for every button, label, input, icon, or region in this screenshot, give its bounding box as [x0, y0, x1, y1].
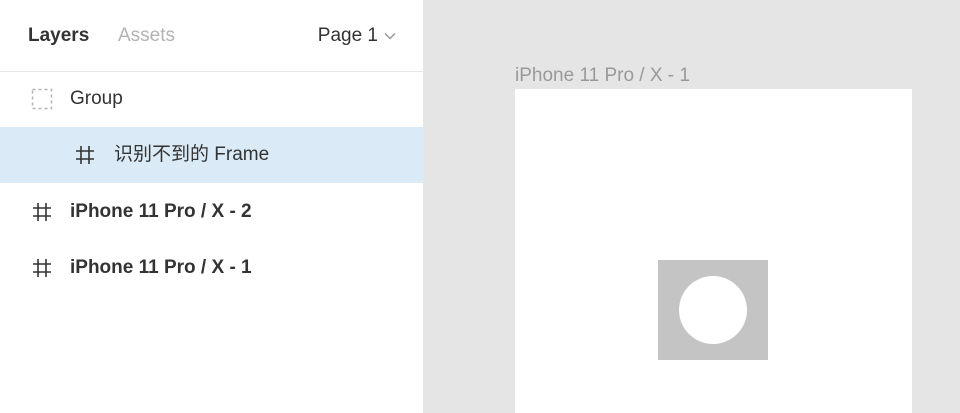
- chevron-down-icon: [384, 32, 396, 40]
- page-selector-label: Page 1: [317, 25, 378, 46]
- page-selector[interactable]: Page 1: [318, 24, 396, 48]
- frame-hash-icon: [31, 257, 53, 279]
- tab-layers[interactable]: Layers: [28, 24, 89, 48]
- ellipse-shape[interactable]: [679, 276, 747, 344]
- frame-hash-icon: [74, 144, 96, 166]
- layer-label: iPhone 11 Pro / X - 1: [70, 257, 252, 278]
- canvas[interactable]: iPhone 11 Pro / X - 1: [425, 0, 960, 413]
- panel-header: Layers Assets Page 1: [0, 0, 424, 72]
- frame-iphone-1[interactable]: [515, 89, 912, 413]
- layers-panel: Layers Assets Page 1 Group 识别不到的 Frame i…: [0, 0, 424, 413]
- layer-label: Group: [70, 88, 123, 109]
- layer-row-iphone-2[interactable]: iPhone 11 Pro / X - 2: [0, 184, 424, 240]
- group-dashed-icon: [31, 88, 53, 110]
- layer-label: 识别不到的 Frame: [114, 144, 270, 165]
- frame-hash-icon: [31, 201, 53, 223]
- design-app: Layers Assets Page 1 Group 识别不到的 Frame i…: [0, 0, 960, 413]
- layer-row-frame-selected[interactable]: 识别不到的 Frame: [0, 127, 424, 183]
- rectangle-shape[interactable]: [658, 260, 768, 360]
- layer-row-iphone-1[interactable]: iPhone 11 Pro / X - 1: [0, 240, 424, 296]
- layer-row-group[interactable]: Group: [0, 71, 424, 127]
- tab-assets[interactable]: Assets: [118, 24, 175, 48]
- frame-title[interactable]: iPhone 11 Pro / X - 1: [515, 64, 690, 88]
- layer-label: iPhone 11 Pro / X - 2: [70, 201, 252, 222]
